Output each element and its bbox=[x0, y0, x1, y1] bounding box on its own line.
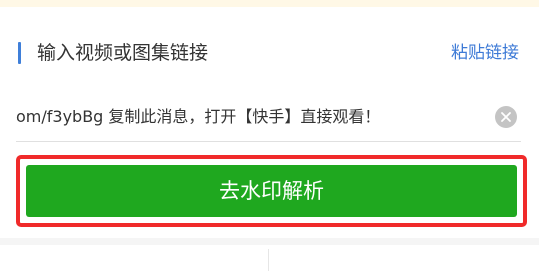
bottom-divider bbox=[268, 249, 269, 271]
section-accent-bar bbox=[18, 42, 21, 64]
link-input[interactable] bbox=[16, 98, 486, 136]
link-input-wrap bbox=[16, 98, 521, 136]
input-underline bbox=[16, 141, 521, 142]
section-title: 输入视频或图集链接 bbox=[37, 42, 209, 64]
close-icon bbox=[501, 112, 511, 122]
action-button-highlight: 去水印解析 bbox=[16, 155, 527, 227]
clear-input-button[interactable] bbox=[495, 106, 517, 128]
top-strip bbox=[0, 0, 539, 7]
remove-watermark-button[interactable]: 去水印解析 bbox=[26, 165, 517, 217]
paste-link-button[interactable]: 粘贴链接 bbox=[451, 39, 519, 67]
bottom-panel bbox=[0, 245, 539, 271]
